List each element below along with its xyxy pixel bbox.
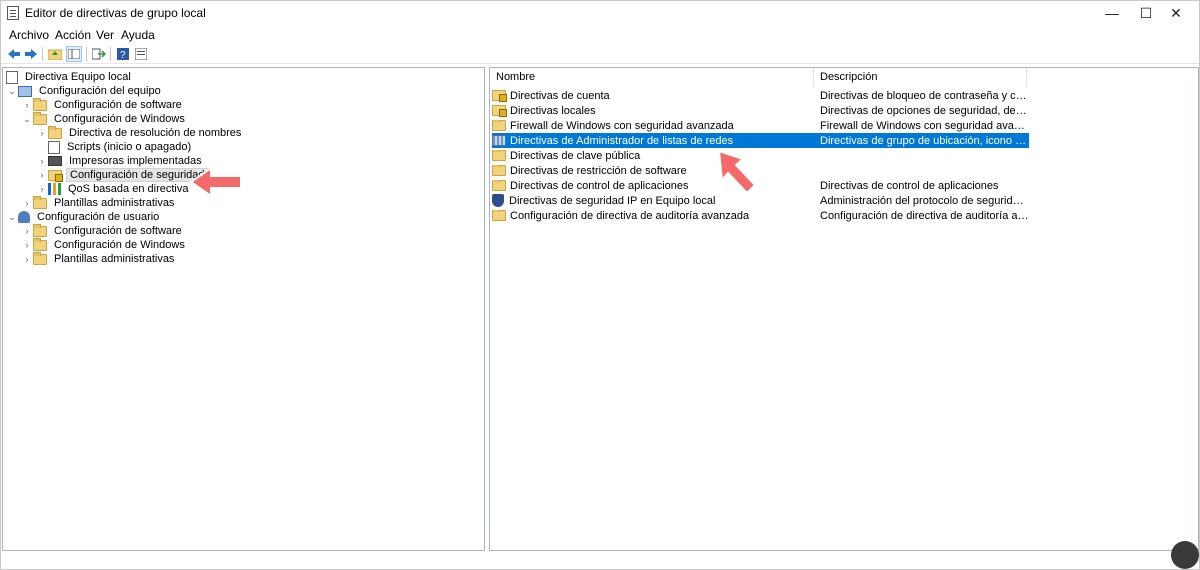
list-item[interactable]: Firewall de Windows con seguridad avanza… [492, 118, 1029, 133]
app-window: Editor de directivas de grupo local — ☐ … [0, 0, 1200, 570]
svg-text:?: ? [120, 50, 126, 60]
tree-pane[interactable]: Directiva Equipo local ⌄ Configuración d… [2, 67, 485, 551]
folder-icon [492, 209, 506, 221]
menu-ayuda[interactable]: Ayuda [121, 28, 155, 42]
annotation-arrow-left-icon [189, 166, 242, 198]
chevron-right-icon[interactable]: › [36, 126, 48, 140]
list-item[interactable]: Directivas locales Directivas de opcione… [492, 103, 1029, 118]
folder-icon [33, 237, 47, 251]
up-folder-icon[interactable] [47, 46, 63, 62]
tree-item[interactable]: › Directiva de resolución de nombres [36, 125, 244, 140]
menu-archivo[interactable]: Archivo [9, 28, 49, 42]
menu-bar: Archivo Acción Ver Ayuda [1, 26, 1199, 44]
list-item[interactable]: Directivas de clave pública [492, 148, 1029, 163]
folder-icon [48, 125, 62, 139]
title-bar: Editor de directivas de grupo local — ☐ … [1, 1, 1199, 25]
chevron-right-icon[interactable]: › [21, 196, 33, 210]
script-icon [48, 140, 60, 154]
ip-security-icon [492, 194, 504, 207]
chevron-down-icon[interactable]: ⌄ [6, 84, 18, 98]
list-item[interactable]: Directivas de seguridad IP en Equipo loc… [492, 193, 1029, 208]
tree-item[interactable]: › Configuración de software [21, 97, 185, 112]
printer-icon [48, 156, 62, 166]
chevron-down-icon[interactable]: ⌄ [21, 112, 33, 126]
close-button[interactable]: ✕ [1153, 1, 1199, 25]
tree-item[interactable]: Scripts (inicio o apagado) [36, 140, 194, 154]
tree-item[interactable]: › Configuración de software [21, 223, 185, 238]
chevron-right-icon[interactable]: › [36, 182, 48, 196]
list-item[interactable]: Directivas de restricción de software [492, 163, 1029, 178]
tree-item[interactable]: › QoS basada en directiva [36, 182, 191, 196]
folder-icon [33, 97, 47, 111]
list-item[interactable]: Directivas de cuenta Directivas de bloqu… [492, 88, 1029, 103]
app-icon [7, 6, 19, 20]
chevron-down-icon[interactable]: ⌄ [6, 210, 18, 224]
tree-item[interactable]: › Impresoras implementadas [36, 154, 205, 168]
toolbar: ? [1, 44, 1199, 64]
policy-folder-icon [492, 90, 507, 102]
annotation-arrow-up-icon [717, 149, 757, 195]
policy-folder-icon [492, 105, 507, 117]
folder-icon [492, 149, 506, 161]
security-folder-icon [48, 169, 63, 182]
list-header: Nombre Descripción [490, 68, 1198, 87]
back-arrow-icon[interactable] [6, 46, 22, 62]
chevron-right-icon[interactable]: › [21, 238, 33, 252]
list-item[interactable]: Directivas de control de aplicaciones Di… [492, 178, 1029, 193]
tree-item[interactable]: › Plantillas administrativas [21, 195, 177, 210]
window-title: Editor de directivas de grupo local [25, 6, 206, 20]
list-pane[interactable]: Nombre Descripción Directivas de cuenta … [489, 67, 1199, 551]
policy-document-icon [6, 70, 18, 84]
tree-item[interactable]: ⌄ Configuración de usuario [6, 210, 162, 224]
folder-icon [492, 164, 506, 176]
show-tree-icon[interactable] [66, 46, 82, 62]
tree-item[interactable]: › Plantillas administrativas [21, 251, 177, 266]
menu-ver[interactable]: Ver [96, 28, 114, 42]
folder-icon [492, 119, 506, 131]
column-header-name[interactable]: Nombre [490, 68, 814, 87]
chevron-right-icon[interactable]: › [21, 224, 33, 238]
chevron-right-icon[interactable]: › [21, 252, 33, 266]
tree-item[interactable]: ⌄ Configuración de Windows [21, 111, 188, 126]
chevron-right-icon[interactable]: › [21, 98, 33, 112]
column-header-description[interactable]: Descripción [814, 68, 1027, 87]
tree-item-security[interactable]: › Configuración de seguridad [36, 168, 209, 182]
folder-icon [33, 111, 47, 125]
help-icon[interactable]: ? [115, 46, 131, 62]
user-icon [18, 211, 30, 223]
folder-icon [492, 179, 506, 191]
watermark-logo [1171, 541, 1199, 569]
tree-item[interactable]: ⌄ Configuración del equipo [6, 84, 164, 98]
tree-item[interactable]: Directiva Equipo local [6, 70, 134, 84]
menu-accion[interactable]: Acción [55, 28, 91, 42]
qos-chart-icon [48, 183, 61, 195]
computer-icon [18, 85, 32, 97]
chevron-right-icon[interactable]: › [36, 154, 48, 168]
list-item[interactable]: Configuración de directiva de auditoría … [492, 208, 1029, 223]
folder-icon [33, 223, 47, 237]
tree-item[interactable]: › Configuración de Windows [21, 237, 188, 252]
chevron-right-icon[interactable]: › [36, 168, 48, 182]
export-list-icon[interactable] [91, 46, 107, 62]
list-item-selected[interactable]: Directivas de Administrador de listas de… [492, 133, 1029, 148]
forward-arrow-icon[interactable] [23, 46, 39, 62]
folder-icon [33, 251, 47, 265]
network-list-icon [492, 135, 506, 146]
properties-icon[interactable] [133, 46, 149, 62]
folder-icon [33, 195, 47, 209]
